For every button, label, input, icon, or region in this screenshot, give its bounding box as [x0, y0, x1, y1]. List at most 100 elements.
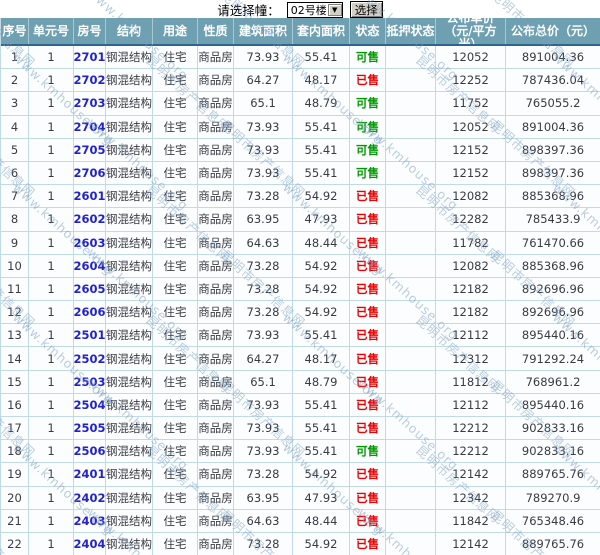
table-row: 18 1 2506 钢混结构 住宅 商品房 73.93 55.41 可售 12212 902833.…	[1, 440, 600, 464]
cell-status: 已售	[350, 486, 386, 509]
cell-nature: 商品房	[198, 46, 234, 69]
room-link[interactable]: 2506	[74, 440, 106, 463]
cell-mortgage-status	[386, 393, 436, 416]
cell-unit-no: 1	[29, 185, 74, 208]
table-row: 13 1 2501 钢混结构 住宅 商品房 73.93 55.41 已售 12112 895440.…	[1, 324, 600, 348]
cell-nature: 商品房	[198, 370, 234, 393]
cell-unit-no: 1	[29, 417, 74, 440]
room-link[interactable]: 2606	[74, 301, 106, 324]
cell-structure: 钢混结构	[106, 46, 153, 69]
cell-seq: 1	[1, 46, 29, 69]
cell-unit-price: 12082	[436, 254, 506, 277]
cell-inner-area: 54.92	[293, 185, 350, 208]
cell-nature: 商品房	[198, 509, 234, 532]
cell-status: 已售	[350, 185, 386, 208]
cell-nature: 商品房	[198, 254, 234, 277]
cell-unit-no: 1	[29, 254, 74, 277]
cell-total-price: 789270.9	[506, 487, 600, 509]
cell-structure: 钢混结构	[106, 347, 153, 370]
room-link[interactable]: 2404	[74, 532, 106, 555]
cell-unit-no: 1	[29, 347, 74, 370]
room-link[interactable]: 2402	[74, 486, 106, 509]
room-link[interactable]: 2703	[74, 92, 106, 115]
room-link[interactable]: 2604	[74, 254, 106, 277]
cell-total-price: 895440.16	[506, 394, 600, 416]
table-row: 11 1 2605 钢混结构 住宅 商品房 73.28 54.92 已售 12182 892696.…	[1, 277, 600, 302]
cell-unit-no: 1	[29, 161, 74, 185]
cell-unit-price: 12182	[436, 301, 506, 324]
room-link[interactable]: 2502	[74, 347, 106, 370]
cell-nature: 商品房	[198, 301, 234, 324]
cell-build-area: 73.93	[234, 161, 293, 185]
cell-seq: 5	[1, 138, 29, 161]
cell-mortgage-status	[386, 277, 436, 301]
col-header-unit-no: 单元号	[29, 18, 74, 44]
room-link[interactable]: 2503	[74, 370, 106, 393]
cell-build-area: 63.95	[234, 486, 293, 509]
cell-inner-area: 55.41	[293, 115, 350, 138]
room-link[interactable]: 2701	[74, 46, 106, 69]
cell-total-price: 885368.96	[506, 255, 600, 277]
room-link[interactable]: 2605	[74, 277, 106, 301]
cell-inner-area: 48.44	[293, 231, 350, 254]
cell-build-area: 73.93	[234, 417, 293, 440]
cell-mortgage-status	[386, 301, 436, 324]
cell-inner-area: 54.92	[293, 532, 350, 555]
cell-total-price: 787436.04	[506, 69, 600, 91]
cell-status: 已售	[350, 324, 386, 347]
select-button[interactable]: 选择	[349, 1, 383, 18]
room-link[interactable]: 2706	[74, 161, 106, 185]
table-body: 1 1 2701 钢混结构 住宅 商品房 73.93 55.41 可售 12052 891004.3…	[1, 46, 600, 555]
cell-inner-area: 55.41	[293, 324, 350, 347]
room-link[interactable]: 2603	[74, 231, 106, 254]
cell-nature: 商品房	[198, 69, 234, 92]
cell-unit-price: 12052	[436, 46, 506, 69]
cell-structure: 钢混结构	[106, 277, 153, 301]
room-link[interactable]: 2602	[74, 208, 106, 231]
room-link[interactable]: 2704	[74, 115, 106, 138]
col-header-mortgage-status: 抵押状态	[386, 18, 436, 44]
table-row: 21 1 2403 钢混结构 住宅 商品房 64.63 48.44 已售 11842 765348.…	[1, 509, 600, 533]
table-row: 17 1 2505 钢混结构 住宅 商品房 73.93 55.41 已售 12212 902833.…	[1, 417, 600, 441]
room-link[interactable]: 2601	[74, 185, 106, 208]
room-link[interactable]: 2501	[74, 324, 106, 347]
cell-status: 已售	[350, 370, 386, 393]
cell-inner-area: 47.93	[293, 208, 350, 231]
cell-total-price: 898397.36	[506, 162, 600, 184]
building-select[interactable]: 02号楼 ▼	[286, 1, 343, 18]
cell-nature: 商品房	[198, 440, 234, 463]
cell-use: 住宅	[153, 417, 198, 440]
room-link[interactable]: 2505	[74, 417, 106, 440]
cell-nature: 商品房	[198, 161, 234, 185]
cell-seq: 6	[1, 161, 29, 185]
cell-mortgage-status	[386, 138, 436, 161]
cell-nature: 商品房	[198, 393, 234, 416]
cell-nature: 商品房	[198, 463, 234, 486]
cell-seq: 19	[1, 463, 29, 486]
cell-use: 住宅	[153, 92, 198, 115]
room-link[interactable]: 2403	[74, 509, 106, 532]
cell-status: 已售	[350, 301, 386, 324]
cell-nature: 商品房	[198, 92, 234, 115]
cell-nature: 商品房	[198, 532, 234, 555]
cell-unit-price: 12112	[436, 393, 506, 416]
col-header-room-no: 房号	[74, 18, 106, 44]
room-link[interactable]: 2504	[74, 393, 106, 416]
cell-inner-area: 55.41	[293, 46, 350, 69]
table-row: 7 1 2601 钢混结构 住宅 商品房 73.28 54.92 已售 12082 885368.9…	[1, 185, 600, 209]
cell-status: 已售	[350, 417, 386, 440]
cell-use: 住宅	[153, 277, 198, 301]
table-row: 4 1 2704 钢混结构 住宅 商品房 73.93 55.41 可售 12052 891004.3…	[1, 115, 600, 139]
table-row: 22 1 2404 钢混结构 住宅 商品房 73.28 54.92 已售 12142 889765.…	[1, 532, 600, 555]
cell-nature: 商品房	[198, 347, 234, 370]
room-link[interactable]: 2702	[74, 69, 106, 92]
room-link[interactable]: 2705	[74, 138, 106, 161]
cell-seq: 17	[1, 417, 29, 440]
chevron-down-icon: ▼	[327, 3, 342, 16]
cell-inner-area: 54.92	[293, 301, 350, 324]
cell-status: 已售	[350, 347, 386, 370]
cell-mortgage-status	[386, 231, 436, 254]
cell-use: 住宅	[153, 324, 198, 347]
room-link[interactable]: 2401	[74, 463, 106, 486]
cell-use: 住宅	[153, 463, 198, 486]
